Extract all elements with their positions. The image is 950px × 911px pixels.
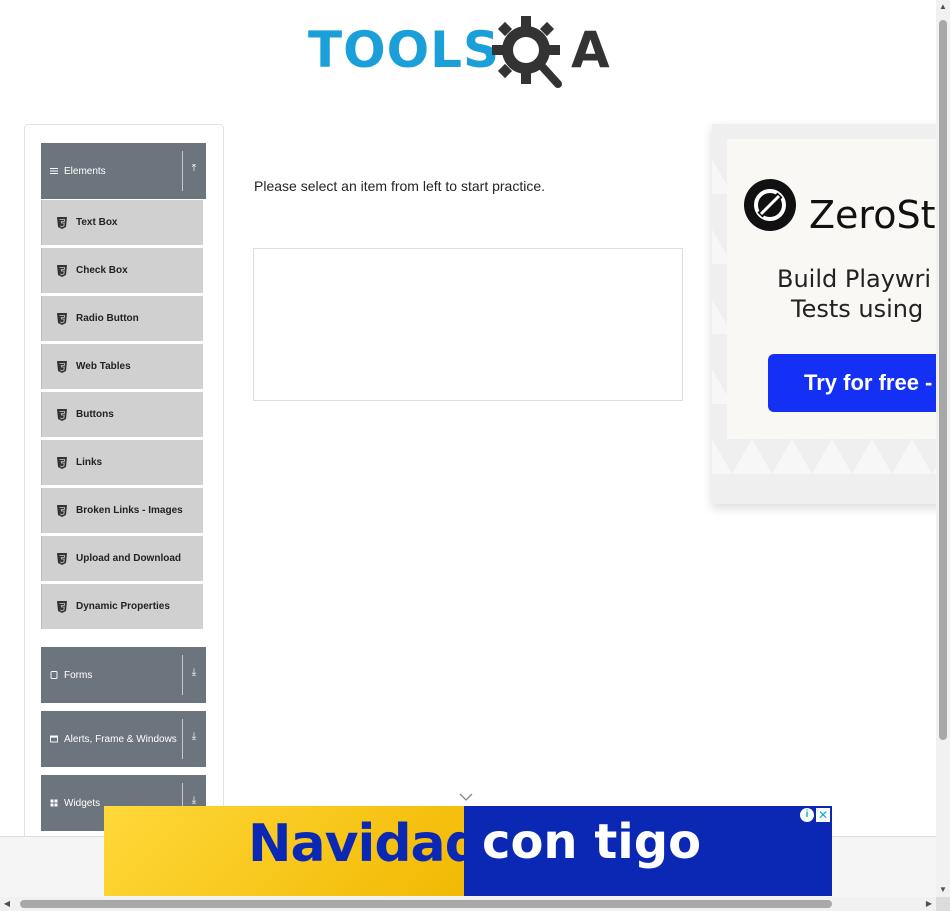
menu-item-label: Check Box — [76, 265, 128, 276]
html5-icon — [57, 552, 67, 565]
ad-right[interactable]: ZeroSt Build Playwri Tests using Try for… — [712, 124, 950, 504]
toolsqa-logo[interactable]: TOOLS A — [308, 14, 632, 92]
group-alerts-header[interactable]: Alerts, Frame & Windows ⤓ — [41, 711, 206, 767]
ad-navidad-text: Navidad — [248, 814, 482, 874]
ad-headline-1: Build Playwri — [777, 265, 932, 293]
html5-icon — [57, 312, 67, 325]
menu-item-label: Broken Links - Images — [76, 505, 183, 516]
gear-magnifier-icon — [492, 16, 562, 88]
html5-icon — [57, 600, 67, 613]
chevron-down-icon[interactable] — [459, 793, 473, 801]
form-icon — [50, 671, 58, 679]
ad-brand: ZeroSt — [809, 193, 936, 237]
divider — [182, 719, 183, 759]
group-forms-header[interactable]: Forms ⤓ — [41, 647, 206, 703]
ad-info-icon[interactable]: i — [800, 808, 814, 822]
group-forms-label: Forms — [64, 669, 93, 681]
practice-area — [253, 248, 683, 401]
zerostep-logo-icon — [744, 179, 796, 231]
horizontal-scrollbar[interactable]: ◀ ▶ — [0, 897, 950, 911]
ad-contigo-text: con tigo — [482, 814, 702, 870]
logo-a-text: A — [571, 21, 610, 79]
expand-arrow-icon[interactable]: ⤓ — [188, 731, 200, 742]
html5-icon — [57, 360, 67, 373]
expand-arrow-icon[interactable]: ⤓ — [188, 795, 200, 806]
left-sidebar: Elements ⤒ Text Box Check Box Radio Butt… — [24, 124, 224, 846]
horizontal-scroll-thumb[interactable] — [20, 900, 832, 908]
intro-text: Please select an item from left to start… — [254, 178, 546, 194]
menu-item-text-box[interactable]: Text Box — [41, 200, 203, 245]
ad-headline-2: Tests using — [791, 295, 924, 323]
menu-item-check-box[interactable]: Check Box — [41, 248, 203, 293]
scroll-left-icon[interactable]: ◀ — [0, 897, 14, 911]
collapse-arrow-icon[interactable]: ⤒ — [188, 163, 200, 174]
ad-close-icon[interactable]: ✕ — [816, 808, 830, 822]
scrollbar-corner — [936, 897, 950, 911]
group-elements-header[interactable]: Elements ⤒ — [41, 143, 206, 199]
scroll-right-icon[interactable]: ▶ — [922, 897, 936, 911]
menu-item-label: Buttons — [76, 409, 114, 420]
logo-tools-text: TOOLS — [308, 21, 500, 79]
grid-icon — [50, 799, 58, 807]
html5-icon — [57, 216, 67, 229]
expand-arrow-icon[interactable]: ⤓ — [188, 667, 200, 678]
menu-item-web-tables[interactable]: Web Tables — [41, 344, 203, 389]
menu-item-label: Links — [76, 457, 103, 468]
window-icon — [50, 735, 58, 743]
divider — [182, 151, 183, 191]
menu-item-broken-links[interactable]: Broken Links - Images — [41, 488, 203, 533]
divider — [182, 655, 183, 695]
ad-bottom-banner[interactable]: Navidad con tigo i ✕ — [104, 806, 832, 896]
menu-item-buttons[interactable]: Buttons — [41, 392, 203, 437]
menu-item-dynamic-properties[interactable]: Dynamic Properties — [41, 584, 203, 629]
group-elements-label: Elements — [64, 165, 106, 177]
menu-item-upload-download[interactable]: Upload and Download — [41, 536, 203, 581]
scroll-up-icon[interactable]: ▲ — [936, 0, 950, 14]
menu-item-label: Upload and Download — [76, 553, 181, 564]
vertical-scroll-thumb[interactable] — [939, 20, 947, 740]
menu-item-label: Web Tables — [76, 361, 131, 372]
ad-card[interactable]: ZeroSt Build Playwri Tests using Try for… — [727, 139, 950, 439]
html5-icon — [57, 504, 67, 517]
html5-icon — [57, 456, 67, 469]
scroll-down-icon[interactable]: ▼ — [936, 883, 950, 897]
group-alerts-label: Alerts, Frame & Windows — [64, 733, 177, 745]
html5-icon — [57, 408, 67, 421]
vertical-scrollbar[interactable]: ▲ ▼ — [936, 0, 950, 897]
menu-item-links[interactable]: Links — [41, 440, 203, 485]
menu-item-label: Radio Button — [76, 313, 139, 324]
menu-item-radio-button[interactable]: Radio Button — [41, 296, 203, 341]
menu-item-label: Text Box — [76, 217, 118, 228]
ad-cta-button[interactable]: Try for free - — [768, 354, 950, 412]
hamburger-icon — [50, 168, 58, 174]
menu-item-label: Dynamic Properties — [76, 601, 170, 612]
html5-icon — [57, 264, 67, 277]
